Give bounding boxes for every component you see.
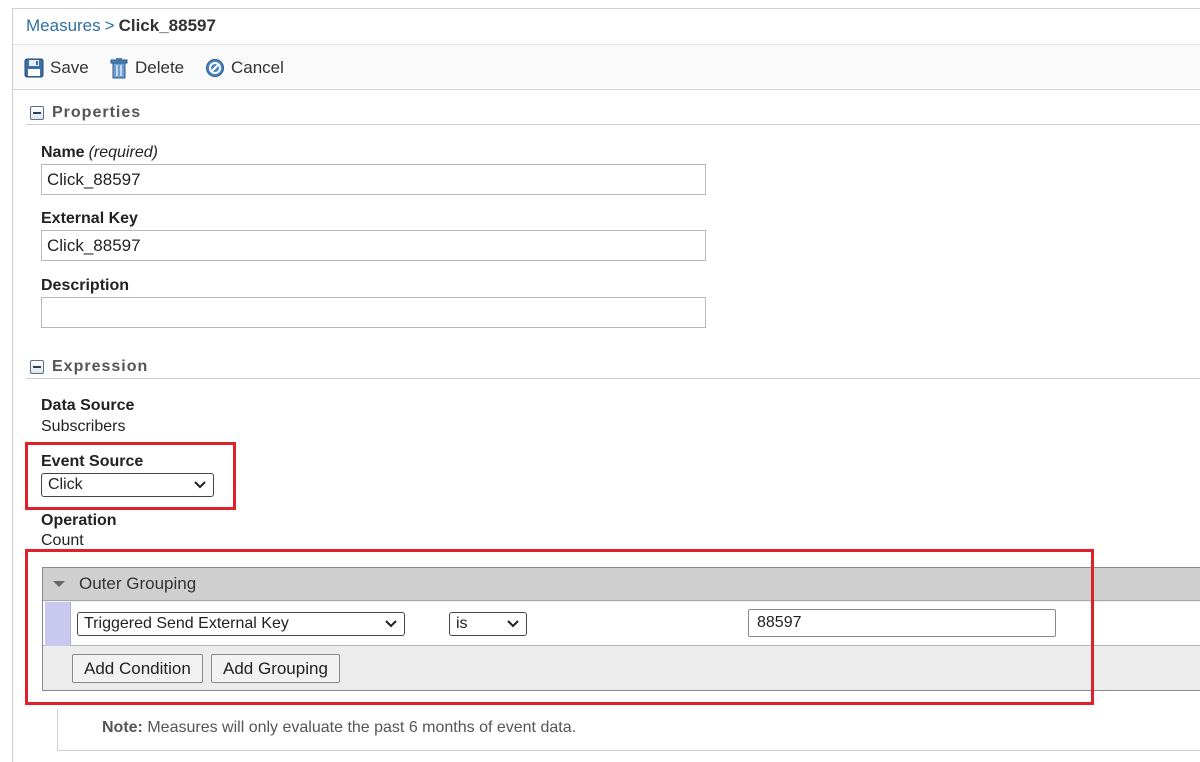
properties-title: Properties <box>52 103 142 121</box>
collapse-icon[interactable] <box>30 359 44 374</box>
add-condition-button[interactable]: Add Condition <box>72 654 203 683</box>
delete-label: Delete <box>135 58 185 77</box>
breadcrumb-measures-link[interactable]: Measures <box>26 16 101 35</box>
breadcrumb-separator: > <box>104 16 115 35</box>
chevron-down-icon <box>507 620 519 628</box>
note: Note: Measures will only evaluate the pa… <box>57 709 1200 751</box>
note-text: Measures will only evaluate the past 6 m… <box>147 719 577 736</box>
cancel-label: Cancel <box>231 58 284 77</box>
add-grouping-button[interactable]: Add Grouping <box>211 654 340 683</box>
operation-value: Count <box>41 532 84 549</box>
condition-field-select[interactable]: Triggered Send External Key <box>77 612 405 636</box>
condition-operator-selected: is <box>456 615 468 632</box>
required-hint: (required) <box>88 144 158 161</box>
event-source-selected: Click <box>48 476 83 493</box>
event-source-select[interactable]: Click <box>41 473 214 497</box>
toolbar: Save Delete Cancel <box>13 44 1200 90</box>
cancel-button[interactable]: Cancel <box>205 57 284 79</box>
breadcrumb: Measures > Click_88597 <box>26 16 216 36</box>
note-label: Note: <box>102 719 143 736</box>
expression-section-header: Expression <box>26 357 1200 379</box>
collapse-icon[interactable] <box>30 105 44 120</box>
external-key-label: External Key <box>41 210 138 227</box>
event-source-label: Event Source <box>41 453 144 470</box>
save-label: Save <box>50 58 89 77</box>
description-input[interactable] <box>41 297 706 328</box>
properties-section-header: Properties <box>26 103 1200 125</box>
chevron-down-icon <box>194 481 206 489</box>
condition-operator-select[interactable]: is <box>449 612 527 636</box>
external-key-input[interactable] <box>41 230 706 261</box>
data-source-label: Data Source <box>41 397 135 414</box>
description-label: Description <box>41 277 130 294</box>
name-input[interactable] <box>41 164 706 195</box>
trash-icon <box>110 58 128 79</box>
grouping-header: Outer Grouping <box>43 568 1200 601</box>
grouping-title: Outer Grouping <box>79 574 197 593</box>
chevron-down-icon <box>385 620 397 628</box>
expression-title: Expression <box>52 357 149 375</box>
drag-handle[interactable] <box>45 602 71 646</box>
cancel-icon <box>206 59 224 77</box>
collapse-triangle-icon[interactable] <box>53 581 65 587</box>
data-source-value: Subscribers <box>41 418 126 435</box>
save-button[interactable]: Save <box>24 57 89 79</box>
floppy-disk-icon <box>24 58 44 78</box>
delete-button[interactable]: Delete <box>109 57 184 79</box>
condition-field-selected: Triggered Send External Key <box>84 615 289 632</box>
operation-label: Operation <box>41 512 117 529</box>
name-label: Name (required) <box>41 144 158 161</box>
condition-value-input[interactable] <box>748 609 1056 637</box>
breadcrumb-current: Click_88597 <box>118 16 216 35</box>
